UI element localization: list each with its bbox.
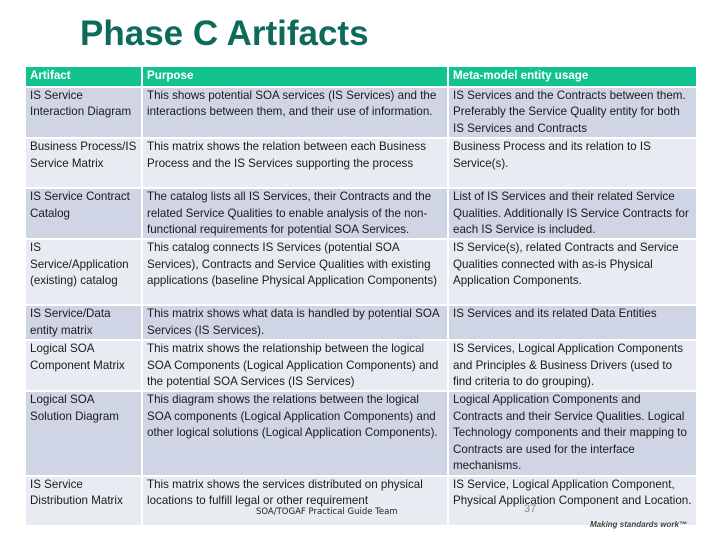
cell-artifact: IS Service Distribution Matrix (26, 475, 143, 527)
cell-purpose: This shows potential SOA services (IS Se… (142, 87, 449, 140)
table-row: IS Service Contract Catalog The catalog … (26, 188, 696, 241)
cell-usage: Logical Application Components and Contr… (448, 391, 696, 477)
cell-artifact: IS Service Interaction Diagram (26, 87, 143, 140)
cell-artifact: Business Process/IS Service Matrix (26, 138, 143, 190)
cell-purpose: The catalog lists all IS Services, their… (142, 188, 449, 241)
cell-artifact: Logical SOA Solution Diagram (26, 391, 143, 477)
footer-tagline: Making standards work™ (590, 520, 687, 529)
cell-purpose: This matrix shows the services distribut… (142, 475, 449, 527)
header-purpose: Purpose (142, 67, 449, 88)
table-row: Logical SOA Component Matrix This matrix… (26, 340, 696, 393)
table-row: IS Service Interaction Diagram This show… (26, 87, 696, 140)
table-row: IS Service/Application (existing) catalo… (26, 239, 696, 307)
header-usage: Meta-model entity usage (448, 67, 696, 88)
cell-purpose: This matrix shows what data is handled b… (142, 305, 449, 342)
cell-artifact: Logical SOA Component Matrix (26, 340, 143, 393)
table-row: Logical SOA Solution Diagram This diagra… (26, 391, 696, 477)
cell-artifact: IS Service/Application (existing) catalo… (26, 239, 143, 307)
cell-purpose: This matrix shows the relation between e… (142, 138, 449, 190)
footer-team-credit: SOA/TOGAF Practical Guide Team (256, 507, 398, 517)
table-row: IS Service/Data entity matrix This matri… (26, 305, 696, 342)
cell-artifact: IS Service/Data entity matrix (26, 305, 143, 342)
page-number: 37 (524, 503, 537, 515)
cell-usage: IS Services, Logical Application Compone… (448, 340, 696, 393)
cell-usage: Business Process and its relation to IS … (448, 138, 696, 190)
cell-usage: IS Services and the Contracts between th… (448, 87, 696, 140)
table-row: IS Service Distribution Matrix This matr… (26, 475, 696, 527)
cell-artifact: IS Service Contract Catalog (26, 188, 143, 241)
page-title: Phase C Artifacts (80, 14, 369, 53)
table-row: Business Process/IS Service Matrix This … (26, 138, 696, 190)
cell-purpose: This matrix shows the relationship betwe… (142, 340, 449, 393)
cell-usage: IS Services and its related Data Entitie… (448, 305, 696, 342)
cell-usage: IS Service(s), related Contracts and Ser… (448, 239, 696, 307)
cell-purpose: This diagram shows the relations between… (142, 391, 449, 477)
cell-usage: IS Service, Logical Application Componen… (448, 475, 696, 527)
artifacts-table: Artifact Purpose Meta-model entity usage… (26, 67, 696, 527)
table-header-row: Artifact Purpose Meta-model entity usage (26, 67, 696, 88)
cell-usage: List of IS Services and their related Se… (448, 188, 696, 241)
cell-purpose: This catalog connects IS Services (poten… (142, 239, 449, 307)
header-artifact: Artifact (26, 67, 143, 88)
